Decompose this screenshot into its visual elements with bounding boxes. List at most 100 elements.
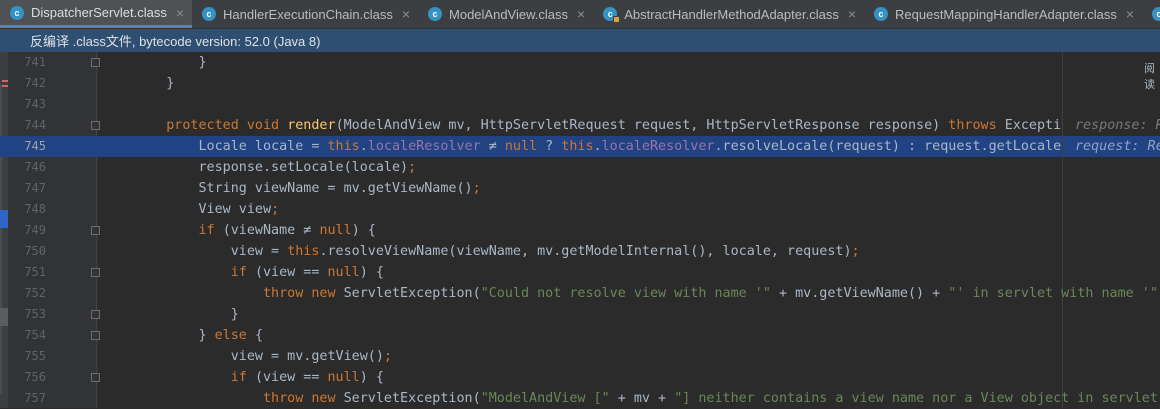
code-text: if (view == null) { <box>134 262 384 283</box>
code-line[interactable]: 749 if (viewName ≠ null) { <box>0 220 1160 241</box>
fold-marker-icon[interactable] <box>91 310 100 319</box>
close-icon[interactable]: × <box>848 6 856 22</box>
keyword-token: if <box>230 265 255 280</box>
keyword-token: null <box>504 139 538 154</box>
code-line[interactable]: 745 Locale locale = this.localeResolver … <box>0 136 1160 157</box>
reader-mode-toggle[interactable]: 阅读 <box>1144 60 1160 92</box>
tab-label: HandlerExecutionChain.class <box>223 6 393 22</box>
keyword-token: null <box>327 370 360 385</box>
code-token: ≠ <box>480 139 505 154</box>
close-icon[interactable]: × <box>1126 6 1134 22</box>
editor-tab[interactable]: cResponseFacade <box>1142 0 1160 28</box>
code-token: ) { <box>351 223 376 238</box>
close-icon[interactable]: × <box>176 5 184 21</box>
field-token: localeResolver <box>601 139 715 154</box>
code-token: Locale locale = <box>134 139 328 154</box>
fold-marker-icon[interactable] <box>91 121 100 130</box>
line-number[interactable]: 746 <box>8 157 46 178</box>
code-editor[interactable]: 741 } 742 } 743 744 protected void render(M… <box>0 52 1160 409</box>
code-line[interactable]: 750 view = this.resolveViewName(viewName… <box>0 241 1160 262</box>
code-line[interactable]: 754 } else { <box>0 325 1160 346</box>
method-name-token: render <box>287 118 336 133</box>
code-line[interactable]: 752 throw new ServletException("Could no… <box>0 283 1160 304</box>
code-text: throw new ServletException("ModelAndView… <box>134 388 1160 409</box>
line-number[interactable]: 747 <box>8 178 46 199</box>
code-line[interactable]: 741 } <box>0 52 1160 73</box>
code-text: response.setLocale(locale); <box>134 157 416 178</box>
code-line[interactable]: 746 response.setLocale(locale); <box>0 157 1160 178</box>
editor-tab[interactable]: c RequestMappingHandlerAdapter.class × <box>864 0 1142 28</box>
editor-tab[interactable]: c ModelAndView.class × <box>418 0 593 28</box>
code-token: ) { <box>359 370 384 385</box>
line-number[interactable]: 741 <box>8 52 46 73</box>
line-number[interactable]: 754 <box>8 325 46 346</box>
code-token: . <box>359 139 368 154</box>
code-token: .resolveViewName(viewName, mv.getModelIn… <box>319 244 852 259</box>
line-number[interactable]: 749 <box>8 220 46 241</box>
code-token: view = mv.getView() <box>134 349 384 364</box>
code-token: response.setLocale(locale) <box>134 160 409 175</box>
line-number[interactable]: 755 <box>8 346 46 367</box>
code-token: + mv + <box>609 391 675 406</box>
line-number[interactable]: 756 <box>8 367 46 388</box>
code-line[interactable]: 743 <box>0 94 1160 115</box>
code-text: Locale locale = this.localeResolver ≠ nu… <box>134 136 1085 157</box>
keyword-token: ; <box>383 349 392 364</box>
close-icon[interactable]: × <box>577 6 585 22</box>
line-number[interactable]: 742 <box>8 73 46 94</box>
tab-label: DispatcherServlet.class <box>31 5 167 20</box>
fold-marker-icon[interactable] <box>91 268 100 277</box>
code-text: String viewName = mv.getViewName(); <box>134 178 481 199</box>
code-line[interactable]: 753 } <box>0 304 1160 325</box>
line-number[interactable]: 750 <box>8 241 46 262</box>
line-number[interactable]: 745 <box>8 136 46 157</box>
fold-marker-icon[interactable] <box>91 226 100 235</box>
code-text: protected void render(ModelAndView mv, H… <box>134 115 1093 136</box>
keyword-token: if <box>230 370 255 385</box>
code-text: if (viewName ≠ null) { <box>134 220 376 241</box>
keyword-token: ; <box>408 160 417 175</box>
code-token: ) { <box>359 265 384 280</box>
editor-tab-bar: c DispatcherServlet.class × c HandlerExecuti… <box>0 0 1160 29</box>
editor-tab[interactable]: c DispatcherServlet.class × <box>0 0 193 28</box>
line-number[interactable]: 751 <box>8 262 46 283</box>
code-text: } else { <box>134 325 263 346</box>
fold-marker-icon[interactable] <box>91 58 100 67</box>
code-token: } <box>134 76 175 91</box>
line-number[interactable]: 757 <box>8 388 46 409</box>
editor-tab[interactable]: c AbstractHandlerMethodAdapter.class × <box>593 0 864 28</box>
keyword-token: throws <box>948 118 1005 133</box>
keyword-token: ; <box>472 181 481 196</box>
line-number[interactable]: 748 <box>8 199 46 220</box>
line-number[interactable]: 753 <box>8 304 46 325</box>
code-text: View view; <box>134 199 279 220</box>
string-token: "' in servlet with name '" <box>948 286 1158 301</box>
code-line[interactable]: 744 protected void render(ModelAndView m… <box>0 115 1160 136</box>
fold-marker-icon[interactable] <box>91 373 100 382</box>
class-icon: c <box>202 7 217 21</box>
field-token: localeResolver <box>367 139 481 154</box>
code-line[interactable]: 757 throw new ServletException("ModelAnd… <box>0 388 1160 409</box>
class-icon: c <box>1152 7 1160 21</box>
code-token: ServletException( <box>343 286 481 301</box>
close-icon[interactable]: × <box>402 6 410 22</box>
code-line[interactable]: 748 View view; <box>0 199 1160 220</box>
code-line[interactable]: 755 view = mv.getView(); <box>0 346 1160 367</box>
code-line[interactable]: 751 if (view == null) { <box>0 262 1160 283</box>
code-line[interactable]: 747 String viewName = mv.getViewName(); <box>0 178 1160 199</box>
line-number[interactable]: 744 <box>8 115 46 136</box>
line-number[interactable]: 743 <box>8 94 46 115</box>
keyword-token: this <box>561 139 594 154</box>
tab-label: ModelAndView.class <box>449 6 569 22</box>
code-token: . <box>593 139 602 154</box>
inlay-parameter-hint: response: R <box>1062 115 1160 136</box>
fold-marker-icon[interactable] <box>91 331 100 340</box>
editor-tab[interactable]: c HandlerExecutionChain.class × <box>192 0 418 28</box>
line-number[interactable]: 752 <box>8 283 46 304</box>
code-line[interactable]: 756 if (view == null) { <box>0 367 1160 388</box>
code-line[interactable]: 742 } <box>0 73 1160 94</box>
